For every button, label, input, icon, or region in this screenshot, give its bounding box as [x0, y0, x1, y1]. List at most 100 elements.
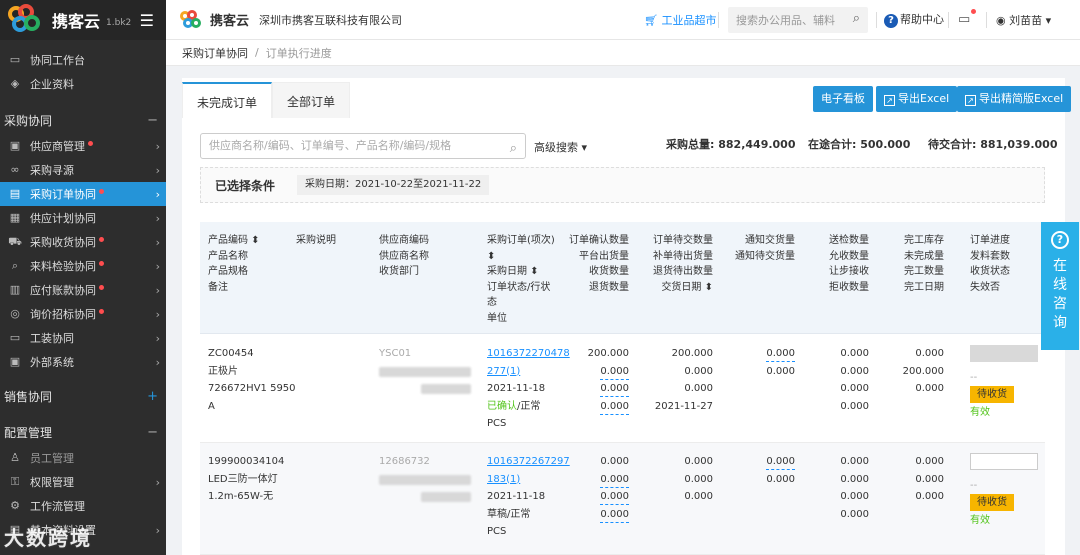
unit: PCS — [487, 418, 507, 429]
user-menu[interactable]: ◉ 刘苗苗 ▾ — [996, 12, 1051, 28]
export-lite-excel-button[interactable]: ↗ 导出精简版Excel — [957, 86, 1072, 112]
receiving-status-badge: 待收货 — [970, 386, 1014, 403]
pending-qty: 200.000 — [671, 348, 713, 359]
order-number-link[interactable]: 1016372267297 — [487, 453, 570, 471]
notify-pending-qty: 0.000 — [766, 365, 795, 377]
sidebar-item-company[interactable]: ◈ 企业资料 — [0, 72, 166, 96]
received-qty-link[interactable]: 0.000 — [600, 489, 629, 505]
collapse-icon: − — [147, 112, 158, 128]
sidebar-item-supplier[interactable]: ▣ 供应商管理 › — [0, 134, 166, 158]
sidebar-item-sourcing[interactable]: ∞ 采购寻源 › — [0, 158, 166, 182]
top-brand-name: 携客云 — [210, 14, 250, 29]
help-center-link[interactable]: ? 帮助中心 — [884, 11, 944, 28]
sidebar-item-permission[interactable]: ⚿ 权限管理 › — [0, 470, 166, 494]
notify-qty-link[interactable]: 0.000 — [766, 346, 795, 362]
notification-dot — [99, 188, 104, 194]
e-board-button[interactable]: 电子看板 — [813, 86, 873, 112]
plan-icon: ▦ — [9, 211, 21, 224]
sidebar-item-tooling[interactable]: ▭ 工装协同 › — [0, 326, 166, 350]
advanced-search-toggle[interactable]: 高级搜索 ▾ — [534, 139, 587, 155]
order-item-link[interactable]: 183(1) — [487, 471, 570, 489]
divider — [876, 12, 877, 28]
button-label: 导出Excel — [898, 92, 950, 105]
global-search-input[interactable]: 搜索办公用品、辅料 ⌕ — [728, 6, 868, 33]
watermark-logo: 大数跨境 — [4, 522, 92, 551]
tab-all-orders[interactable]: 全部订单 — [272, 82, 351, 118]
redacted-department — [421, 492, 471, 502]
condition-tag-date[interactable]: 采购日期：2021-10-22至2021-11-22 — [297, 175, 490, 195]
shipped-qty-link[interactable]: 0.000 — [600, 472, 629, 488]
sidebar-item-inspection[interactable]: ⌕ 来料检验协同 › — [0, 254, 166, 278]
sidebar-item-supply-plan[interactable]: ▦ 供应计划协同 › — [0, 206, 166, 230]
sidebar-item-workflow[interactable]: ⚙ 工作流管理 — [0, 494, 166, 518]
sidebar-item-label: 采购寻源 — [30, 164, 74, 177]
notify-pending-qty: 0.000 — [766, 473, 795, 485]
supplier-code: 12686732 — [379, 456, 430, 467]
col-inspect-qty: 送检数量 允收数量 让步接收 拒收数量 — [829, 235, 869, 293]
shipped-qty-link[interactable]: 0.000 — [600, 364, 629, 380]
returned-qty-link[interactable]: 0.000 — [600, 399, 629, 415]
pending-qty-cell: 200.000 0.000 0.000 2021-11-27 — [655, 345, 713, 415]
sidebar-item-order-collab[interactable]: ▤ 采购订单协同 › — [0, 182, 166, 206]
table-row[interactable]: 199900034104 LED三防一体灯 1.2m-65W-无 12686732 … — [200, 443, 1045, 555]
search-placeholder: 供应商名称/编码、订单编号、产品名称/编码/规格 — [209, 139, 452, 152]
col-product[interactable]: 产品编码 ⬍ 产品名称 产品规格 备注 — [208, 233, 260, 295]
divider — [718, 12, 719, 28]
search-icon[interactable]: ⌕ — [853, 11, 860, 26]
transit-total: 在途合计: 500.000 — [808, 136, 910, 152]
notification-dot — [99, 308, 104, 314]
sidebar-section-sales[interactable]: 销售协同 + — [0, 382, 166, 410]
sidebar-item-receiving[interactable]: ⛟ 采购收货协同 › — [0, 230, 166, 254]
sidebar-item-payable[interactable]: ▥ 应付账款协同 › — [0, 278, 166, 302]
finished-qty: 0.000 — [915, 491, 944, 502]
sidebar-item-label: 采购收货协同 — [30, 236, 96, 249]
total-value: 500.000 — [860, 138, 911, 151]
table-row[interactable]: ZC00454 正极片 726672HV1 5950 A YSC01 10163722… — [200, 335, 1045, 443]
dashboard-icon: ▭ — [9, 53, 21, 66]
returned-qty-link[interactable]: 0.000 — [600, 507, 629, 523]
inspect-qty: 0.000 — [840, 348, 869, 359]
export-excel-button[interactable]: ↗ 导出Excel — [876, 86, 958, 112]
col-order[interactable]: 采购订单(项次) ⬍ 采购日期 ⬍ 订单状态/行状 态 单位 — [487, 233, 555, 326]
product-code: ZC00454 — [208, 348, 254, 359]
order-status: 草稿/正常 — [487, 508, 531, 520]
sidebar-section-config[interactable]: 配置管理 − — [0, 418, 166, 446]
user-icon: ◉ — [996, 13, 1006, 27]
lock-icon: ⚿ — [10, 475, 20, 488]
main-panel: 未完成订单 全部订单 电子看板 ↗ 导出Excel ↗ 导出精简版Excel 供应商… — [182, 78, 1072, 555]
menu-toggle-icon[interactable]: ☰ — [140, 11, 154, 30]
sidebar-item-inquiry[interactable]: ◎ 询价招标协同 › — [0, 302, 166, 326]
notify-qty-link[interactable]: 0.000 — [766, 454, 795, 470]
finished-stock: 0.000 — [915, 348, 944, 359]
col-pending-qty[interactable]: 订单待交数量 补单待出货量 退货待出数量 交货日期 ⬍ — [653, 233, 713, 295]
industrial-mall-link[interactable]: 🛒︎ 工业品超市 — [644, 12, 716, 28]
redacted-department — [421, 384, 471, 394]
order-search-input[interactable]: 供应商名称/编码、订单编号、产品名称/编码/规格 ⌕ — [200, 133, 526, 159]
sidebar-item-external[interactable]: ▣ 外部系统 › — [0, 350, 166, 374]
button-label: 导出精简版Excel — [979, 92, 1064, 105]
progress-bar — [970, 345, 1038, 362]
sidebar-item-label: 询价招标协同 — [30, 308, 96, 321]
sidebar-item-label: 协同工作台 — [30, 54, 85, 67]
sidebar-item-staff[interactable]: ♙ 员工管理 — [0, 446, 166, 470]
col-confirm-qty: 订单确认数量 平台出货量 收货数量 退货数量 — [569, 235, 629, 293]
chevron-right-icon: › — [155, 283, 160, 297]
export-icon: ↗ — [965, 95, 976, 106]
brand-logo-icon — [180, 9, 204, 30]
col-supplier: 供应商编码 供应商名称 收货部门 — [379, 235, 429, 277]
total-label: 采购总量: — [666, 138, 715, 151]
sidebar-item-workbench[interactable]: ▭ 协同工作台 — [0, 48, 166, 72]
order-number-link[interactable]: 1016372270478 — [487, 345, 570, 363]
sidebar-section-purchase[interactable]: 采购协同 − — [0, 106, 166, 134]
accept-qty: 0.000 — [840, 473, 869, 485]
order-item-link[interactable]: 277(1) — [487, 363, 570, 381]
message-icon[interactable]: ▭ — [958, 9, 977, 27]
online-consult-button[interactable]: ? 在线咨询 — [1041, 222, 1079, 350]
system-icon: ▣ — [9, 355, 21, 368]
breadcrumb-parent[interactable]: 采购订单协同 — [182, 45, 248, 61]
tab-incomplete-orders[interactable]: 未完成订单 — [182, 82, 273, 118]
received-qty-link[interactable]: 0.000 — [600, 381, 629, 397]
confirm-qty: 0.000 — [600, 456, 629, 467]
search-icon[interactable]: ⌕ — [510, 137, 517, 161]
chevron-right-icon: › — [155, 355, 160, 369]
